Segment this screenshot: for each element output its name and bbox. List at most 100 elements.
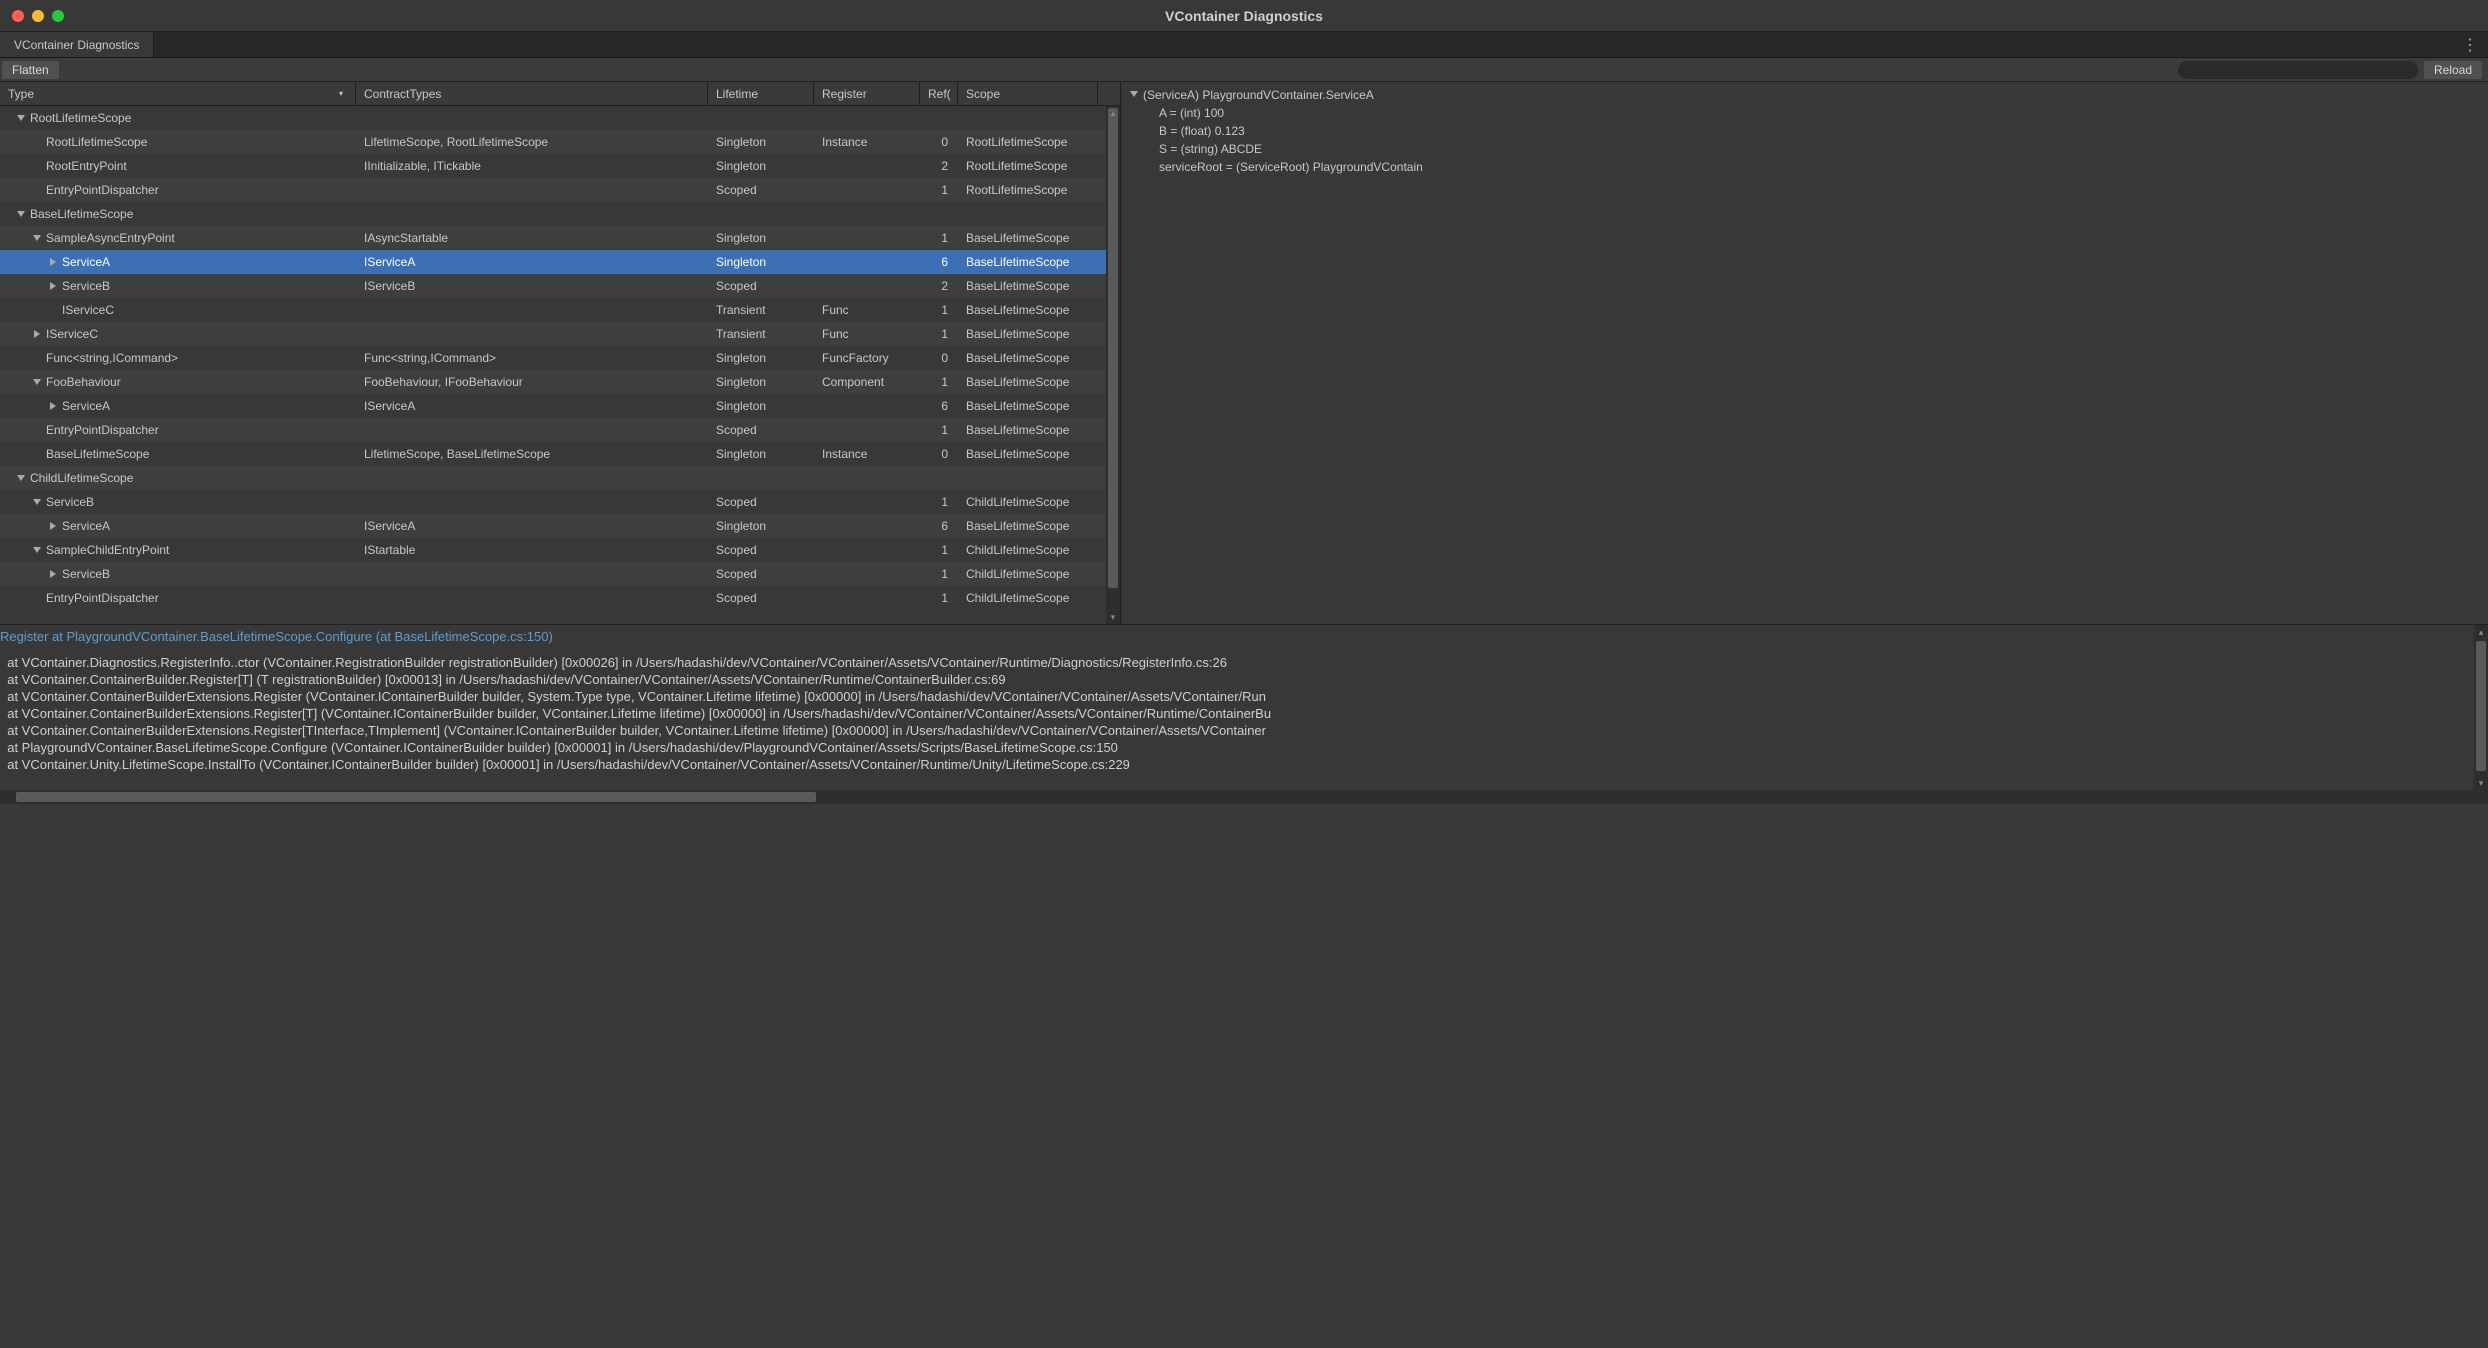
cell-type: RootLifetimeScope (46, 135, 147, 149)
column-header-scope[interactable]: Scope (958, 82, 1098, 105)
close-window-button[interactable] (12, 10, 24, 22)
scroll-up-icon[interactable]: ▴ (2474, 625, 2488, 639)
cell-scope: BaseLifetimeScope (958, 255, 1098, 269)
foldout-icon[interactable] (48, 520, 60, 532)
cell-scope: ChildLifetimeScope (958, 495, 1098, 509)
inspector-field: B = (float) 0.123 (1129, 122, 2480, 140)
cell-scope: RootLifetimeScope (958, 159, 1098, 173)
cell-contract: IInitializable, ITickable (356, 159, 708, 173)
scroll-up-icon[interactable]: ▴ (1106, 106, 1120, 120)
foldout-icon[interactable] (16, 112, 28, 124)
table-row[interactable]: EntryPointDispatcherScoped1BaseLifetimeS… (0, 418, 1120, 442)
foldout-icon (32, 424, 44, 436)
table-row[interactable]: ServiceAIServiceASingleton6BaseLifetimeS… (0, 394, 1120, 418)
table-row[interactable]: RootEntryPointIInitializable, ITickableS… (0, 154, 1120, 178)
cell-lifetime: Transient (708, 303, 814, 317)
foldout-icon[interactable] (48, 280, 60, 292)
cell-ref: 0 (920, 351, 958, 365)
foldout-icon[interactable] (16, 472, 28, 484)
cell-lifetime: Singleton (708, 351, 814, 365)
maximize-window-button[interactable] (52, 10, 64, 22)
cell-ref: 0 (920, 135, 958, 149)
column-header-lifetime[interactable]: Lifetime (708, 82, 814, 105)
bottom-panel: Register at PlaygroundVContainer.BaseLif… (0, 624, 2488, 804)
table-row[interactable]: IServiceCTransientFunc1BaseLifetimeScope (0, 322, 1120, 346)
foldout-icon[interactable] (32, 496, 44, 508)
table-row[interactable]: ServiceBScoped1ChildLifetimeScope (0, 562, 1120, 586)
titlebar: VContainer Diagnostics (0, 0, 2488, 32)
column-header-contract[interactable]: ContractTypes (356, 82, 708, 105)
foldout-icon[interactable] (32, 376, 44, 388)
foldout-icon[interactable] (32, 232, 44, 244)
table-row[interactable]: ServiceBIServiceBScoped2BaseLifetimeScop… (0, 274, 1120, 298)
cell-type: RootEntryPoint (46, 159, 127, 173)
table-row[interactable]: EntryPointDispatcherScoped1ChildLifetime… (0, 586, 1120, 610)
cell-lifetime: Scoped (708, 591, 814, 605)
table-row[interactable]: BaseLifetimeScopeLifetimeScope, BaseLife… (0, 442, 1120, 466)
table-row[interactable]: ServiceBScoped1ChildLifetimeScope (0, 490, 1120, 514)
table-row[interactable]: RootLifetimeScope (0, 106, 1120, 130)
table-row[interactable]: EntryPointDispatcherScoped1RootLifetimeS… (0, 178, 1120, 202)
table-row[interactable]: SampleChildEntryPointIStartableScoped1Ch… (0, 538, 1120, 562)
tree-panel: Type ▾ ContractTypes Lifetime Register R… (0, 82, 1120, 624)
tree-body[interactable]: RootLifetimeScopeRootLifetimeScopeLifeti… (0, 106, 1120, 624)
cell-type: ServiceA (62, 519, 110, 533)
cell-ref: 1 (920, 591, 958, 605)
scrollbar-thumb[interactable] (16, 792, 816, 802)
scrollbar-thumb[interactable] (2476, 641, 2486, 771)
minimize-window-button[interactable] (32, 10, 44, 22)
inspector-foldout-icon[interactable] (1129, 88, 1143, 102)
inspector-panel: (ServiceA) PlaygroundVContainer.ServiceA… (1120, 82, 2488, 624)
tab-diagnostics[interactable]: VContainer Diagnostics (0, 32, 154, 57)
scrollbar-thumb[interactable] (1108, 108, 1118, 588)
cell-contract: FooBehaviour, IFooBehaviour (356, 375, 708, 389)
scrollbar-corner (2474, 790, 2488, 804)
column-header-ref[interactable]: Ref( (920, 82, 958, 105)
tab-bar: VContainer Diagnostics ⋮ (0, 32, 2488, 58)
cell-register: Component (814, 375, 920, 389)
foldout-icon[interactable] (48, 568, 60, 580)
column-header-register[interactable]: Register (814, 82, 920, 105)
column-header-type[interactable]: Type ▾ (0, 82, 356, 105)
foldout-icon[interactable] (32, 328, 44, 340)
cell-lifetime: Scoped (708, 279, 814, 293)
bottom-scrollbar-horizontal[interactable] (0, 790, 2474, 804)
flatten-button[interactable]: Flatten (2, 61, 59, 79)
reload-button[interactable]: Reload (2424, 61, 2482, 79)
bottom-scrollbar-vertical[interactable]: ▴ ▾ (2474, 625, 2488, 790)
table-row[interactable]: IServiceCTransientFunc1BaseLifetimeScope (0, 298, 1120, 322)
cell-contract: IStartable (356, 543, 708, 557)
foldout-icon[interactable] (48, 256, 60, 268)
cell-lifetime: Singleton (708, 375, 814, 389)
table-row[interactable]: ChildLifetimeScope (0, 466, 1120, 490)
tree-scrollbar-vertical[interactable]: ▴ ▾ (1106, 106, 1120, 624)
scroll-down-icon[interactable]: ▾ (2474, 776, 2488, 790)
foldout-icon (32, 592, 44, 604)
table-row[interactable]: BaseLifetimeScope (0, 202, 1120, 226)
cell-lifetime: Scoped (708, 423, 814, 437)
foldout-icon[interactable] (32, 544, 44, 556)
table-row[interactable]: Func<string,ICommand>Func<string,IComman… (0, 346, 1120, 370)
foldout-icon (48, 304, 60, 316)
cell-scope: BaseLifetimeScope (958, 351, 1098, 365)
cell-ref: 6 (920, 519, 958, 533)
cell-type: ServiceA (62, 399, 110, 413)
table-row[interactable]: FooBehaviourFooBehaviour, IFooBehaviourS… (0, 370, 1120, 394)
cell-scope: BaseLifetimeScope (958, 279, 1098, 293)
tab-menu-button[interactable]: ⋮ (2452, 35, 2488, 55)
table-row[interactable]: RootLifetimeScopeLifetimeScope, RootLife… (0, 130, 1120, 154)
cell-ref: 1 (920, 495, 958, 509)
search-input[interactable] (2178, 61, 2418, 79)
table-row[interactable]: ServiceAIServiceASingleton6BaseLifetimeS… (0, 250, 1120, 274)
foldout-icon (32, 184, 44, 196)
foldout-icon[interactable] (48, 400, 60, 412)
cell-type: EntryPointDispatcher (46, 423, 159, 437)
table-row[interactable]: ServiceAIServiceASingleton6BaseLifetimeS… (0, 514, 1120, 538)
cell-contract: LifetimeScope, BaseLifetimeScope (356, 447, 708, 461)
foldout-icon[interactable] (16, 208, 28, 220)
cell-type: SampleAsyncEntryPoint (46, 231, 175, 245)
scroll-down-icon[interactable]: ▾ (1106, 610, 1120, 624)
register-link[interactable]: Register at PlaygroundVContainer.BaseLif… (0, 627, 2488, 654)
cell-lifetime: Singleton (708, 231, 814, 245)
table-row[interactable]: SampleAsyncEntryPointIAsyncStartableSing… (0, 226, 1120, 250)
